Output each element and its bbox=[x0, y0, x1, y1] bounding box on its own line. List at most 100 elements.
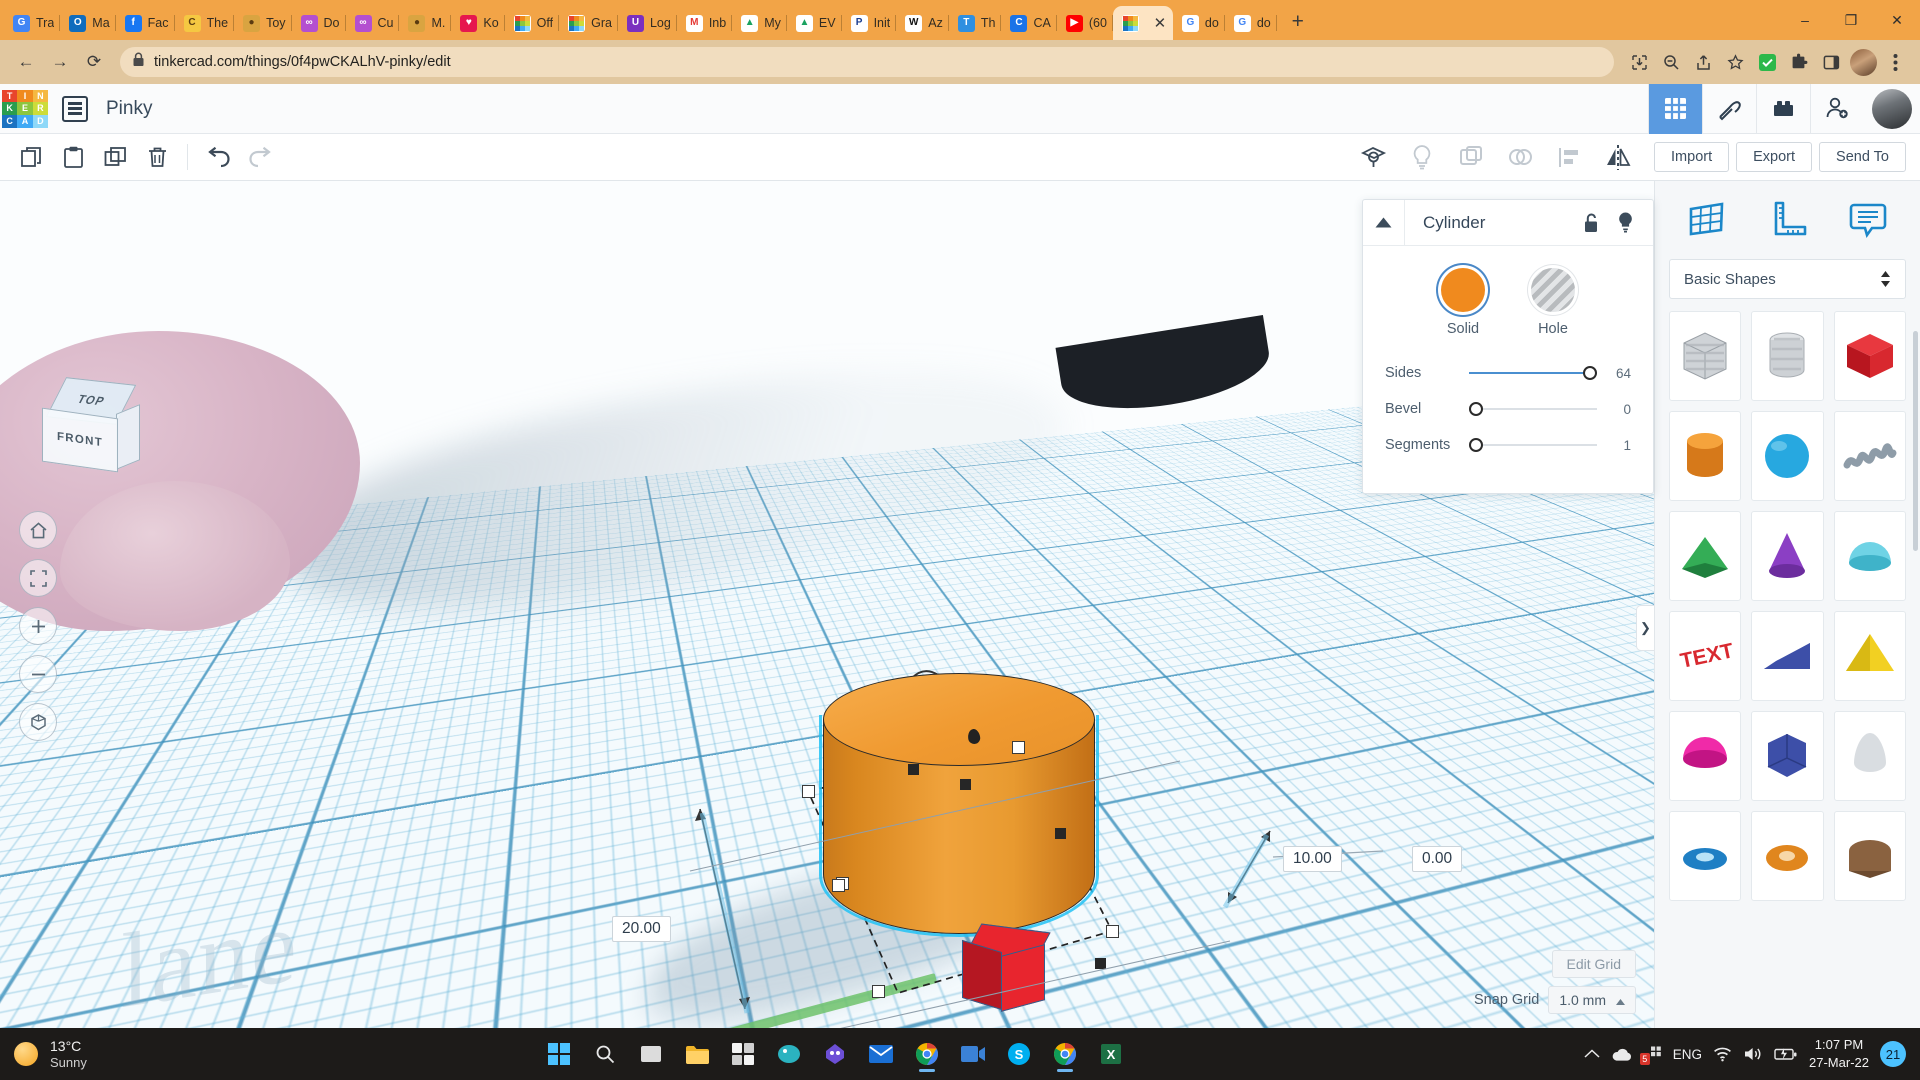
browser-tab[interactable]: ∞Cu bbox=[346, 6, 400, 40]
dimension-depth-right[interactable]: 0.00 bbox=[1412, 846, 1462, 872]
shape-pyramid[interactable] bbox=[1834, 611, 1906, 701]
chrome-2[interactable] bbox=[1045, 1034, 1085, 1074]
slider-knob[interactable] bbox=[1469, 438, 1483, 452]
shape-cylinder[interactable] bbox=[1669, 411, 1741, 501]
browser-tab[interactable]: OMa bbox=[60, 6, 115, 40]
view-cube-front[interactable]: FRONT bbox=[42, 408, 118, 473]
ungroup-icon[interactable] bbox=[1499, 137, 1541, 177]
browser-tab[interactable]: PInit bbox=[842, 6, 897, 40]
shape-scribble[interactable] bbox=[1834, 411, 1906, 501]
browser-tab[interactable]: Gdo bbox=[1173, 6, 1225, 40]
ortho-icon[interactable] bbox=[19, 703, 57, 741]
height-handle[interactable] bbox=[908, 764, 919, 775]
browser-tab[interactable]: ♥Ko bbox=[451, 6, 504, 40]
language-indicator[interactable]: ENG bbox=[1673, 1047, 1702, 1062]
chevron-up-icon[interactable] bbox=[1584, 1048, 1600, 1060]
slider-track[interactable] bbox=[1469, 437, 1597, 453]
browser-tab[interactable]: ✕ bbox=[1113, 6, 1173, 40]
task-view[interactable] bbox=[631, 1034, 671, 1074]
browser-tab[interactable]: CThe bbox=[175, 6, 235, 40]
shape-wedge[interactable] bbox=[1751, 611, 1823, 701]
maximize-button[interactable]: ❐ bbox=[1828, 0, 1874, 40]
align-icon[interactable] bbox=[1548, 137, 1590, 177]
mail[interactable] bbox=[861, 1034, 901, 1074]
forward-button[interactable]: → bbox=[44, 46, 76, 78]
weather-widget[interactable]: 13°C Sunny bbox=[14, 1038, 87, 1070]
ruler-icon[interactable] bbox=[1760, 193, 1814, 247]
center-handle[interactable] bbox=[960, 779, 971, 790]
slider-sides[interactable]: Sides64 bbox=[1385, 365, 1631, 381]
slider-knob[interactable] bbox=[1469, 402, 1483, 416]
copy-icon[interactable] bbox=[10, 137, 52, 177]
browser-tab[interactable]: GTra bbox=[4, 6, 60, 40]
updates-icon[interactable]: 5 bbox=[1643, 1046, 1662, 1062]
minimize-button[interactable]: – bbox=[1782, 0, 1828, 40]
header-tab-3d-design[interactable] bbox=[1648, 84, 1702, 134]
search[interactable] bbox=[585, 1034, 625, 1074]
dimension-height-right[interactable]: 10.00 bbox=[1283, 846, 1342, 872]
browser-tab[interactable]: TTh bbox=[949, 6, 1002, 40]
export-button[interactable]: Export bbox=[1736, 142, 1812, 172]
snap-grid-select[interactable]: 1.0 mm bbox=[1548, 986, 1636, 1014]
share-icon[interactable] bbox=[1688, 47, 1718, 77]
chrome[interactable] bbox=[907, 1034, 947, 1074]
resize-handle-sw[interactable] bbox=[872, 985, 885, 998]
shape-paraboloid[interactable] bbox=[1834, 711, 1906, 801]
duplicate-icon[interactable] bbox=[94, 137, 136, 177]
tinkercad-logo[interactable]: TINKERCAD bbox=[2, 90, 48, 128]
box-center-handle[interactable] bbox=[1095, 958, 1106, 969]
shape-torus-flat[interactable] bbox=[1669, 811, 1741, 901]
delete-icon[interactable] bbox=[136, 137, 178, 177]
app-purple[interactable] bbox=[815, 1034, 855, 1074]
slider-segments[interactable]: Segments1 bbox=[1385, 437, 1631, 453]
shape-round-roof[interactable] bbox=[1834, 811, 1906, 901]
import-button[interactable]: Import bbox=[1654, 142, 1729, 172]
browser-tab[interactable]: ●Toy bbox=[234, 6, 291, 40]
mode-solid[interactable]: Solid bbox=[1441, 268, 1485, 337]
shape-torus[interactable] bbox=[1751, 811, 1823, 901]
project-list-button[interactable] bbox=[62, 96, 88, 122]
shape-box-hole[interactable] bbox=[1669, 311, 1741, 401]
workplane-icon[interactable] bbox=[1352, 137, 1394, 177]
shape-text[interactable]: TEXT bbox=[1669, 611, 1741, 701]
paint-3d[interactable] bbox=[769, 1034, 809, 1074]
user-avatar[interactable] bbox=[1872, 89, 1912, 129]
shield-check-icon[interactable] bbox=[1752, 47, 1782, 77]
triangle-up-icon[interactable] bbox=[1363, 200, 1405, 246]
reload-button[interactable]: ⟳ bbox=[78, 46, 110, 78]
browser-tab[interactable]: Gdo bbox=[1225, 6, 1277, 40]
shape-polygon[interactable] bbox=[1751, 711, 1823, 801]
dark-object[interactable] bbox=[1056, 315, 1275, 421]
battery-charging-icon[interactable] bbox=[1774, 1047, 1798, 1061]
header-tab-invite[interactable] bbox=[1810, 84, 1864, 134]
undo-icon[interactable] bbox=[197, 137, 239, 177]
browser-tab[interactable]: ●M. bbox=[399, 6, 451, 40]
wifi-icon[interactable] bbox=[1713, 1047, 1732, 1062]
workplane-icon[interactable] bbox=[1680, 193, 1734, 247]
browser-tab[interactable]: Off bbox=[505, 6, 559, 40]
bookmark-star-icon[interactable] bbox=[1720, 47, 1750, 77]
hole-swatch[interactable] bbox=[1531, 268, 1575, 312]
depth-handle[interactable] bbox=[1055, 828, 1066, 839]
red-box-object[interactable] bbox=[962, 928, 1054, 1008]
shape-box[interactable] bbox=[1834, 311, 1906, 401]
zoom-out-icon[interactable] bbox=[1656, 47, 1686, 77]
resize-handle-se[interactable] bbox=[1106, 925, 1119, 938]
cylinder-object[interactable] bbox=[823, 673, 1095, 978]
shape-half-sphere[interactable] bbox=[1669, 711, 1741, 801]
resize-handle-nw[interactable] bbox=[802, 785, 815, 798]
chrome-menu-button[interactable] bbox=[1880, 47, 1910, 77]
fit-icon[interactable] bbox=[19, 559, 57, 597]
group-icon[interactable] bbox=[1450, 137, 1492, 177]
shape-cone[interactable] bbox=[1751, 511, 1823, 601]
extensions-icon[interactable] bbox=[1784, 47, 1814, 77]
note-icon[interactable] bbox=[1841, 193, 1895, 247]
home-icon[interactable] bbox=[19, 511, 57, 549]
zoom-in-icon[interactable] bbox=[19, 607, 57, 645]
browser-tab[interactable]: Gra bbox=[559, 6, 618, 40]
mode-hole[interactable]: Hole bbox=[1531, 268, 1575, 337]
slider-bevel[interactable]: Bevel0 bbox=[1385, 401, 1631, 417]
skype[interactable]: S bbox=[999, 1034, 1039, 1074]
mirror-icon[interactable] bbox=[1597, 137, 1639, 177]
edit-grid-button[interactable]: Edit Grid bbox=[1552, 950, 1636, 978]
